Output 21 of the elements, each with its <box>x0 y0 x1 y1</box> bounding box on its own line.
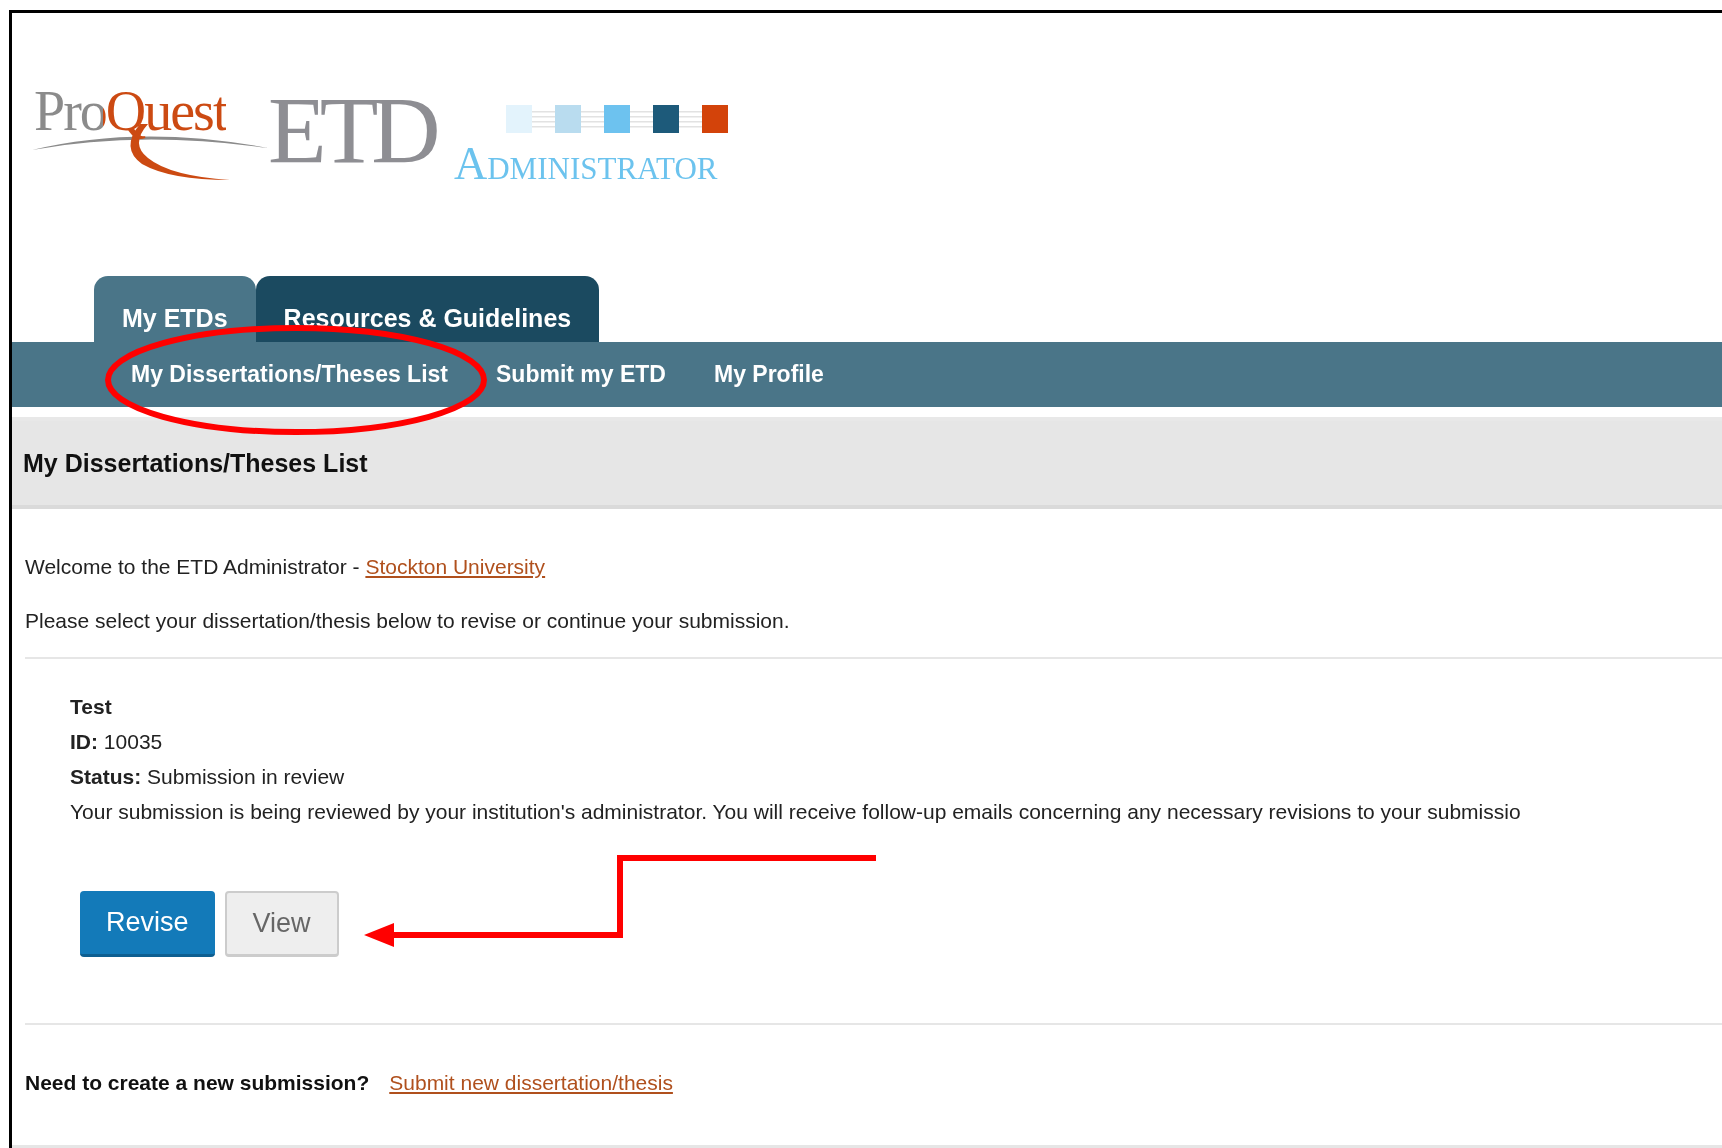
new-submission-link[interactable]: Submit new dissertation/thesis <box>389 1071 673 1095</box>
nav-tab[interactable]: My ETDs <box>94 276 256 342</box>
new-submission-prompt: Need to create a new submission? <box>25 1071 370 1095</box>
welcome-text: Welcome to the ETD Administrator - Stockton University <box>25 555 547 579</box>
subnav-link[interactable]: My Profile <box>713 361 824 388</box>
subnav-link[interactable]: My Dissertations/Theses List <box>131 361 448 388</box>
status-value: Submission in review <box>147 765 345 788</box>
product-logo-text: ETD <box>268 83 434 179</box>
submission-title: Test <box>70 694 113 720</box>
logo-subtitle: ADMINISTRATOR <box>454 141 718 187</box>
instructions-text: Please select your dissertation/thesis below to revise or continue your submission. <box>25 609 791 633</box>
revise-button[interactable]: Revise <box>80 891 215 957</box>
page-title: My Dissertations/Theses List <box>23 448 368 478</box>
view-button[interactable]: View <box>224 891 339 957</box>
subnav-link[interactable]: Submit my ETD <box>496 361 666 388</box>
status-label: Status: <box>70 765 142 788</box>
nav-tab[interactable]: Resources & Guidelines <box>255 276 600 342</box>
id-value: 10035 <box>103 730 163 753</box>
id-label: ID: <box>70 730 98 753</box>
institution-link[interactable]: Stockton University <box>365 555 546 578</box>
review-message: Your submission is being reviewed by your institution's administrator. You will receive follow-up emails concerning any necessary revisions to your submissio <box>70 799 1522 825</box>
